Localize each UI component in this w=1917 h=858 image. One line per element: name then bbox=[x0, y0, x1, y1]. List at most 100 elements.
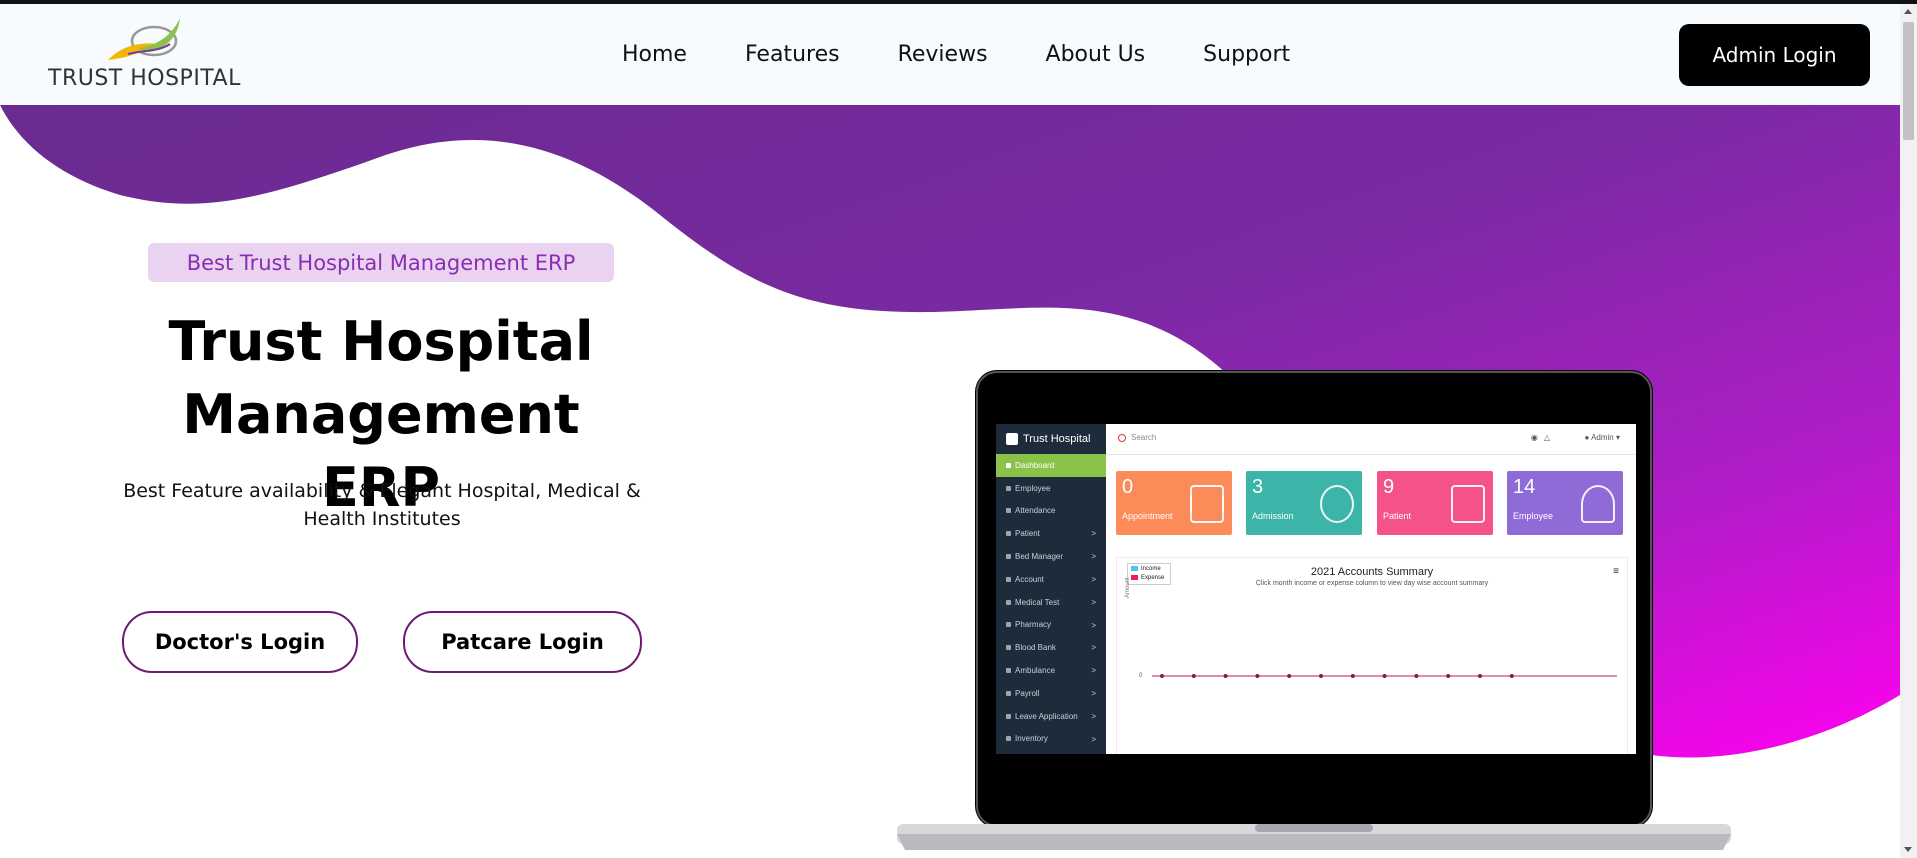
sidebar-item-account[interactable]: Account > bbox=[996, 568, 1106, 591]
stat-card-patient[interactable]: 9 Patient bbox=[1377, 471, 1493, 535]
data-point bbox=[1223, 674, 1228, 678]
stat-value: 3 bbox=[1252, 476, 1264, 498]
scrollbar[interactable] bbox=[1900, 4, 1917, 858]
chevron-right-icon: > bbox=[1091, 574, 1096, 584]
sidebar-label: Employee bbox=[1015, 483, 1051, 493]
nav-support[interactable]: Support bbox=[1203, 42, 1290, 67]
bed-icon bbox=[1006, 554, 1011, 560]
nav-links: Home Features Reviews About Us Support bbox=[622, 42, 1290, 67]
sidebar-item-ambulance[interactable]: Ambulance > bbox=[996, 659, 1106, 682]
sidebar-label: Attendance bbox=[1015, 506, 1056, 516]
stat-value: 0 bbox=[1122, 476, 1134, 498]
chevron-right-icon: > bbox=[1091, 734, 1096, 744]
sidebar-item-pharmacy[interactable]: Pharmacy > bbox=[996, 614, 1106, 637]
nav-about-us[interactable]: About Us bbox=[1046, 42, 1146, 67]
stat-label: Appointment bbox=[1122, 511, 1173, 521]
sidebar-item-employee[interactable]: Employee bbox=[996, 477, 1106, 500]
dashboard-brand-text: Trust Hospital bbox=[1023, 433, 1091, 445]
stat-card-appointment[interactable]: 0 Appointment bbox=[1116, 471, 1232, 535]
dollar-icon bbox=[1006, 690, 1011, 696]
data-point bbox=[1255, 674, 1260, 678]
stat-value: 9 bbox=[1383, 476, 1395, 498]
globe-icon[interactable]: ◉ bbox=[1531, 433, 1544, 442]
stat-card-admission[interactable]: 3 Admission bbox=[1246, 471, 1362, 535]
sidebar-label: Blood Bank bbox=[1015, 643, 1056, 653]
inventory-icon bbox=[1006, 736, 1011, 742]
data-point bbox=[1446, 674, 1451, 678]
sidebar-item-payroll[interactable]: Payroll > bbox=[996, 682, 1106, 705]
topbar-icons: ◉△ bbox=[1531, 433, 1556, 442]
chart-plot bbox=[1152, 674, 1617, 678]
hospital-icon bbox=[1006, 433, 1018, 445]
dashboard-icon bbox=[1006, 462, 1011, 468]
chevron-right-icon: > bbox=[1091, 643, 1096, 653]
dashboard-user-name: Admin bbox=[1591, 433, 1614, 442]
chevron-right-icon: > bbox=[1091, 552, 1096, 562]
nav-reviews[interactable]: Reviews bbox=[898, 42, 988, 67]
sidebar-label: Patient bbox=[1015, 529, 1040, 539]
navbar: TRUST HOSPITAL Home Features Reviews Abo… bbox=[0, 4, 1900, 105]
data-point bbox=[1319, 674, 1323, 678]
scroll-up-icon[interactable] bbox=[1904, 9, 1912, 14]
sidebar-item-blood-bank[interactable]: Blood Bank > bbox=[996, 636, 1106, 659]
sidebar-item-leave-application[interactable]: Leave Application > bbox=[996, 705, 1106, 728]
user-icon bbox=[1006, 485, 1011, 491]
sidebar-item-medical-test[interactable]: Medical Test > bbox=[996, 591, 1106, 614]
accounts-summary-chart: Income Expense 2021 Accounts Summary Cli… bbox=[1116, 557, 1628, 754]
chevron-right-icon: > bbox=[1091, 620, 1096, 630]
caret-down-icon: ▾ bbox=[1615, 433, 1620, 442]
sidebar-item-inventory[interactable]: Inventory > bbox=[996, 728, 1106, 751]
chevron-right-icon: > bbox=[1091, 666, 1096, 676]
sidebar-label: Leave Application bbox=[1015, 711, 1078, 721]
nav-features[interactable]: Features bbox=[745, 42, 840, 67]
doctor-login-button[interactable]: Doctor's Login bbox=[122, 611, 358, 673]
logo[interactable]: TRUST HOSPITAL bbox=[48, 14, 258, 94]
scroll-down-icon[interactable] bbox=[1904, 847, 1912, 852]
sidebar-item-attendance[interactable]: Attendance bbox=[996, 500, 1106, 523]
chart-icon bbox=[1006, 576, 1011, 582]
dashboard-topbar: Search ◉△ ● Admin ▾ bbox=[1106, 424, 1636, 455]
bell-icon[interactable]: △ bbox=[1544, 433, 1556, 442]
dashboard-sidebar: Trust Hospital Dashboard Employee Attend… bbox=[996, 424, 1106, 754]
scroll-thumb[interactable] bbox=[1903, 22, 1914, 140]
hero-tag: Best Trust Hospital Management ERP bbox=[148, 243, 614, 282]
patcare-login-button[interactable]: Patcare Login bbox=[403, 611, 642, 673]
test-icon bbox=[1006, 599, 1011, 605]
data-point bbox=[1509, 674, 1514, 678]
sidebar-item-patient[interactable]: Patient > bbox=[996, 522, 1106, 545]
stat-label: Admission bbox=[1252, 511, 1294, 521]
sidebar-item-bed-manager[interactable]: Bed Manager > bbox=[996, 545, 1106, 568]
blood-icon bbox=[1006, 645, 1011, 651]
dashboard-brand: Trust Hospital bbox=[996, 424, 1106, 454]
stat-card-employee[interactable]: 14 Employee bbox=[1507, 471, 1623, 535]
chevron-right-icon: > bbox=[1091, 529, 1096, 539]
hero-subtitle: Best Feature availability & Elegant Hosp… bbox=[123, 480, 641, 530]
chevron-right-icon: > bbox=[1091, 688, 1096, 698]
dashboard-search[interactable]: Search bbox=[1118, 433, 1156, 442]
dashboard-screenshot: Trust Hospital Dashboard Employee Attend… bbox=[996, 424, 1636, 754]
patient-icon bbox=[1451, 485, 1485, 523]
data-point bbox=[1287, 674, 1292, 678]
search-placeholder: Search bbox=[1131, 433, 1157, 442]
stat-label: Employee bbox=[1513, 511, 1554, 521]
hospital-logo-icon bbox=[108, 18, 180, 60]
chevron-right-icon: > bbox=[1091, 711, 1096, 721]
admission-icon bbox=[1320, 485, 1354, 523]
sidebar-label: Bed Manager bbox=[1015, 552, 1064, 562]
leave-icon bbox=[1006, 713, 1011, 719]
search-icon bbox=[1118, 433, 1126, 442]
sidebar-label: Dashboard bbox=[1015, 460, 1055, 470]
nav-home[interactable]: Home bbox=[622, 42, 687, 67]
admin-login-button[interactable]: Admin Login bbox=[1679, 24, 1870, 86]
patient-icon bbox=[1006, 531, 1011, 537]
employee-icon bbox=[1581, 485, 1615, 523]
data-point bbox=[1414, 674, 1419, 678]
dashboard-user[interactable]: ● Admin ▾ bbox=[1584, 433, 1620, 442]
data-point bbox=[1350, 674, 1355, 678]
data-point bbox=[1478, 674, 1482, 678]
chevron-right-icon: > bbox=[1091, 597, 1096, 607]
sidebar-item-dashboard[interactable]: Dashboard bbox=[996, 454, 1106, 477]
hero-title-line-1: Trust Hospital bbox=[168, 310, 594, 373]
stat-label: Patient bbox=[1383, 511, 1412, 521]
stat-value: 14 bbox=[1513, 476, 1536, 498]
